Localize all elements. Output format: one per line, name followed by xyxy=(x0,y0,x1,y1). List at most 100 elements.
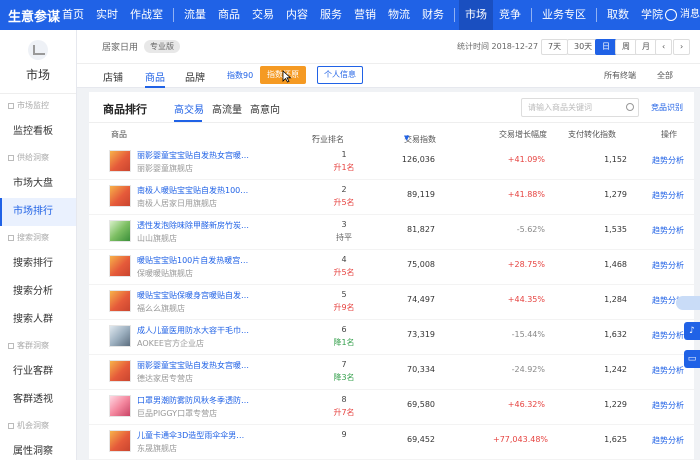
notify-float-button[interactable]: ♪ xyxy=(684,322,700,340)
rank-value: 3 xyxy=(341,220,347,229)
nav-item[interactable]: 财务 xyxy=(416,0,450,30)
product-thumbnail[interactable] xyxy=(109,185,131,207)
trend-analysis-link[interactable]: 趋势分析 xyxy=(652,155,684,166)
search-placeholder: 请输入商品关键词 xyxy=(528,103,592,112)
product-thumbnail[interactable] xyxy=(109,290,131,312)
shop-name[interactable]: 保暖暖贴旗舰店 xyxy=(137,268,249,279)
shop-name[interactable]: 德达家居专营店 xyxy=(137,373,249,384)
trend-analysis-link[interactable]: 趋势分析 xyxy=(652,225,684,236)
sidebar-item[interactable]: 监控看板 xyxy=(0,118,76,146)
sidebar-item[interactable]: 搜索排行 xyxy=(0,250,76,278)
shop-name[interactable]: 山山旗舰店 xyxy=(137,233,249,244)
competitor-identify-link[interactable]: 竞品识别 xyxy=(651,102,683,113)
tab-shop[interactable]: 店铺 xyxy=(103,69,123,84)
subtab-high-intent[interactable]: 高意向 xyxy=(250,101,280,116)
nav-item[interactable]: 作战室 xyxy=(124,0,169,30)
product-name-link[interactable]: 成人儿童医用防水大容干毛巾女宫儿... xyxy=(137,325,249,336)
nav-message[interactable]: 消息 xyxy=(657,0,700,30)
product-name-link[interactable]: 丽影婴童宝宝贴自发热女宫暖肪暖保... xyxy=(137,150,249,161)
nav-item[interactable]: 商品 xyxy=(212,0,246,30)
category-selector[interactable]: 居家日用 xyxy=(102,40,138,53)
sidebar-group-label: 供给洞察 xyxy=(17,153,49,162)
rank-value: 9 xyxy=(341,430,347,439)
nav-item[interactable]: 竞争 xyxy=(493,0,527,30)
product-search-input[interactable]: 请输入商品关键词 xyxy=(521,98,639,117)
trend-analysis-link[interactable]: 趋势分析 xyxy=(652,190,684,201)
nav-item[interactable]: 市场 xyxy=(459,0,493,30)
trend-analysis-link[interactable]: 趋势分析 xyxy=(652,400,684,411)
trend-analysis-link[interactable]: 趋势分析 xyxy=(652,330,684,341)
nav-item[interactable]: 首页 xyxy=(56,0,90,30)
product-thumbnail[interactable] xyxy=(109,395,131,417)
table-row: 丽影婴童宝宝贴自发热女宫暖肪暖保... 德达家居专营店 7 降3名 70,334 -24.… xyxy=(89,355,694,390)
sidebar-item[interactable]: 行业客群 xyxy=(0,358,76,386)
product-thumbnail[interactable] xyxy=(109,430,131,452)
trend-analysis-link[interactable]: 趋势分析 xyxy=(652,365,684,376)
panel-divider xyxy=(89,122,694,123)
chat-float-button[interactable]: ▭ xyxy=(684,350,700,368)
product-thumbnail[interactable] xyxy=(109,325,131,347)
nav-item[interactable]: 流量 xyxy=(178,0,212,30)
sidebar-item[interactable]: 客群透视 xyxy=(0,386,76,414)
product-thumbnail[interactable] xyxy=(109,220,131,242)
shop-name[interactable]: 福么么旗舰店 xyxy=(137,303,249,314)
product-name-link[interactable]: 透性发泡除味除甲醛新房竹炭包去味... xyxy=(137,220,249,231)
shop-name[interactable]: 东晟旗舰店 xyxy=(137,443,249,454)
product-name-link[interactable]: 暖贴宝宝贴100片自发热暖宫贴贴宝... xyxy=(137,255,249,266)
tab-product[interactable]: 商品 xyxy=(145,69,165,84)
nav-item[interactable]: 交易 xyxy=(246,0,280,30)
product-thumbnail[interactable] xyxy=(109,255,131,277)
sidebar-item[interactable]: 搜索人群 xyxy=(0,306,76,334)
product-name-link[interactable]: 口罩男潮防雾防风秋冬季透防个性女... xyxy=(137,395,249,406)
trend-analysis-link[interactable]: 趋势分析 xyxy=(652,435,684,446)
range-month-button[interactable]: 月 xyxy=(635,39,657,55)
subtab-high-trade[interactable]: 高交易 xyxy=(174,101,204,116)
range-week-button[interactable]: 周 xyxy=(615,39,637,55)
nav-divider xyxy=(531,8,532,22)
conversion-index: 1,625 xyxy=(604,435,627,444)
table-row: 南极人暖贴宝宝贴自发热100片装宫... 南极人居家日用旗舰店 2 升5名 89,119… xyxy=(89,180,694,215)
prev-period-button[interactable]: ‹ xyxy=(655,39,673,55)
index-link[interactable]: 指数90 xyxy=(227,70,253,81)
personal-info-button[interactable]: 个人信息 xyxy=(317,66,363,84)
sidebar-item[interactable]: 市场排行 xyxy=(0,198,76,226)
scope-select[interactable]: 全部 xyxy=(657,70,673,81)
nav-divider xyxy=(173,8,174,22)
nav-item[interactable]: 物流 xyxy=(382,0,416,30)
nav-item[interactable]: 营销 xyxy=(348,0,382,30)
product-thumbnail[interactable] xyxy=(109,150,131,172)
shop-name[interactable]: 南极人居家日用旗舰店 xyxy=(137,198,249,209)
shop-name[interactable]: AOKEE官方企业店 xyxy=(137,338,249,349)
assistant-cloud-icon[interactable] xyxy=(676,296,700,310)
nav-item[interactable]: 实时 xyxy=(90,0,124,30)
nav-item[interactable]: 内容 xyxy=(280,0,314,30)
sidebar-item[interactable]: 市场大盘 xyxy=(0,170,76,198)
shop-name[interactable]: 巨品PIGGY口罩专营店 xyxy=(137,408,249,419)
nav-item[interactable]: 服务 xyxy=(314,0,348,30)
next-period-button[interactable]: › xyxy=(673,39,691,55)
terminal-select[interactable]: 所有终端 xyxy=(604,70,636,81)
search-icon[interactable] xyxy=(626,103,634,111)
trend-analysis-link[interactable]: 趋势分析 xyxy=(652,260,684,271)
product-name-link[interactable]: 南极人暖贴宝宝贴自发热100片装宫... xyxy=(137,185,249,196)
trade-index: 126,036 xyxy=(401,155,435,164)
col-conversion[interactable]: 支付转化指数 xyxy=(568,129,616,140)
product-name-link[interactable]: 丽影婴童宝宝贴自发热女宫暖肪暖保... xyxy=(137,360,249,371)
conversion-index: 1,535 xyxy=(604,225,627,234)
shop-name[interactable]: 丽影婴童旗舰店 xyxy=(137,163,249,174)
sidebar-item[interactable]: 搜索分析 xyxy=(0,278,76,306)
nav-item[interactable]: 业务专区 xyxy=(536,0,592,30)
subtab-high-traffic[interactable]: 高流量 xyxy=(212,101,242,116)
product-name-link[interactable]: 儿童卡通伞3D造型雨伞伞男女孩子... xyxy=(137,430,249,441)
product-thumbnail[interactable] xyxy=(109,360,131,382)
growth-rate: -15.44% xyxy=(511,330,545,339)
tab-brand[interactable]: 品牌 xyxy=(185,69,205,84)
product-name-link[interactable]: 暖贴宝宝贴保暖身宫暖贴自发热女... xyxy=(137,290,249,301)
sidebar-item[interactable]: 属性洞察 xyxy=(0,438,76,460)
bell-icon xyxy=(665,9,677,21)
range-day-button[interactable]: 日 xyxy=(595,39,617,55)
col-growth[interactable]: 交易增长幅度 xyxy=(499,129,547,140)
range-7d-button[interactable]: 7天 xyxy=(541,39,569,55)
brand-logo[interactable]: 生意参谋 xyxy=(0,6,60,25)
nav-item[interactable]: 取数 xyxy=(601,0,635,30)
